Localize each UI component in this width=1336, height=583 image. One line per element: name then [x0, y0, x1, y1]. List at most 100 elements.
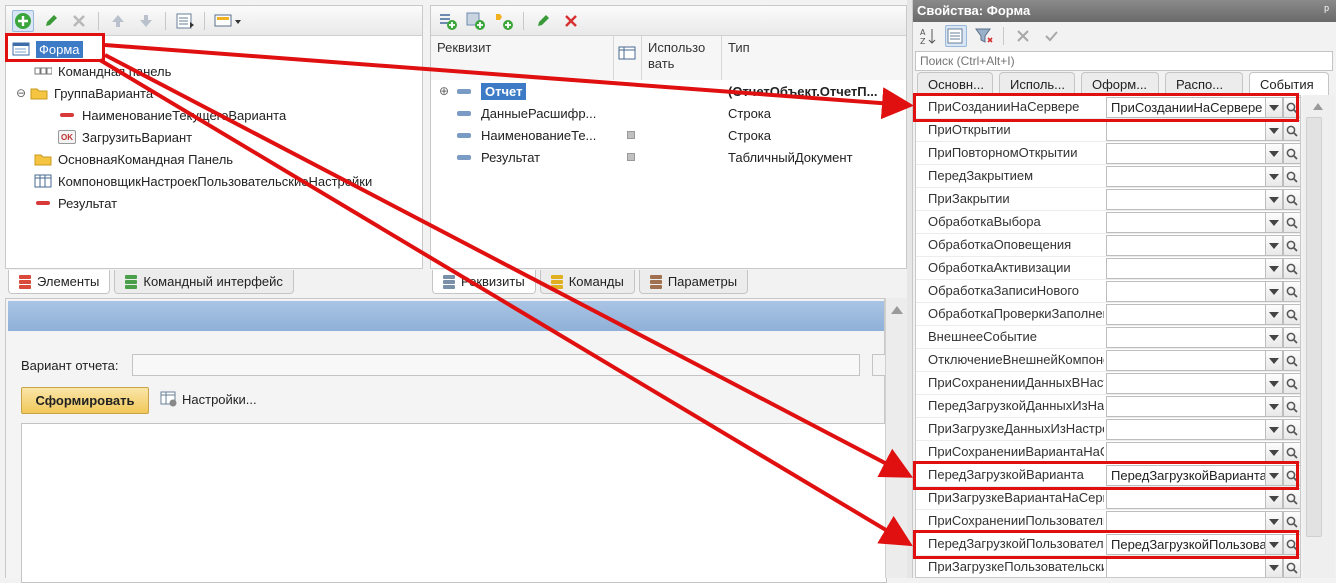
- event-handler-input[interactable]: [1106, 396, 1274, 417]
- add-table-button[interactable]: [465, 10, 487, 32]
- dropdown-button[interactable]: [1265, 235, 1283, 256]
- event-row[interactable]: ОбработкаВыбора: [916, 211, 1300, 234]
- event-handler-input[interactable]: ПередЗагрузкойПользовательских: [1106, 534, 1274, 555]
- column-header-attribute[interactable]: Реквизит: [431, 36, 614, 80]
- load-variant-button[interactable]: [872, 354, 886, 376]
- scroll-up-arrow[interactable]: [891, 306, 903, 314]
- open-handler-button[interactable]: [1283, 511, 1300, 532]
- settings-button[interactable]: Настройки...: [160, 391, 257, 407]
- tab-parameters[interactable]: Параметры: [638, 270, 749, 294]
- tab-usage[interactable]: Исполь...: [999, 72, 1075, 96]
- tab-commands[interactable]: Команды: [539, 270, 635, 294]
- tab-layout[interactable]: Распо...: [1165, 72, 1243, 96]
- event-row[interactable]: ОбработкаОповещения: [916, 234, 1300, 257]
- open-handler-button[interactable]: [1283, 189, 1300, 210]
- tree-item-settings-composer[interactable]: КомпоновщикНастроекПользовательскиеНастр…: [34, 170, 372, 192]
- open-handler-button[interactable]: [1283, 281, 1300, 302]
- event-row[interactable]: ПриСозданииНаСервере ПриСозданииНаСервере: [916, 96, 1300, 119]
- dropdown-button[interactable]: [1265, 143, 1283, 164]
- open-handler-button[interactable]: [1283, 235, 1300, 256]
- tree-item-result[interactable]: Результат: [34, 192, 117, 214]
- edit-attribute-button[interactable]: [532, 10, 554, 32]
- dropdown-button[interactable]: [1265, 442, 1283, 463]
- dropdown-button[interactable]: [1265, 488, 1283, 509]
- tree-item-current-variant-name[interactable]: НаименованиеТекущегоВарианта: [58, 104, 286, 126]
- event-handler-input[interactable]: [1106, 327, 1274, 348]
- sort-alpha-button[interactable]: AZ: [917, 25, 939, 47]
- event-handler-input[interactable]: [1106, 373, 1274, 394]
- dropdown-button[interactable]: [1265, 557, 1283, 577]
- view-menu-button[interactable]: [213, 10, 243, 32]
- tab-elements[interactable]: Элементы: [8, 270, 111, 294]
- dropdown-button[interactable]: [1265, 534, 1283, 555]
- generate-button[interactable]: Сформировать: [21, 387, 149, 414]
- event-handler-input[interactable]: [1106, 258, 1274, 279]
- event-row[interactable]: ОбработкаПроверкиЗаполнения: [916, 303, 1300, 326]
- open-handler-button[interactable]: [1283, 465, 1300, 486]
- tree-item-main-command-panel[interactable]: ОсновнаяКомандная Панель: [34, 148, 233, 170]
- event-handler-input[interactable]: [1106, 212, 1274, 233]
- event-row[interactable]: ПриСохраненииДанныхВНастройках: [916, 372, 1300, 395]
- event-row[interactable]: ПередЗагрузкойДанныхИзНастроек: [916, 395, 1300, 418]
- event-handler-input[interactable]: ПриСозданииНаСервере: [1106, 97, 1274, 118]
- event-row[interactable]: ПриЗагрузкеВариантаНаСервере: [916, 487, 1300, 510]
- tree-item-load-variant[interactable]: OK ЗагрузитьВариант: [58, 126, 192, 148]
- event-handler-input[interactable]: [1106, 166, 1274, 187]
- tree-item-variant-group[interactable]: ⊖ ГруппаВарианта: [16, 82, 153, 104]
- open-handler-button[interactable]: [1283, 350, 1300, 371]
- dropdown-button[interactable]: [1265, 511, 1283, 532]
- open-handler-button[interactable]: [1283, 396, 1300, 417]
- tab-attributes[interactable]: Реквизиты: [432, 270, 536, 294]
- column-header-use-icon[interactable]: [614, 36, 642, 80]
- event-row[interactable]: ВнешнееСобытие: [916, 326, 1300, 349]
- dropdown-button[interactable]: [1265, 350, 1283, 371]
- open-handler-button[interactable]: [1283, 166, 1300, 187]
- dropdown-button[interactable]: [1265, 258, 1283, 279]
- dropdown-button[interactable]: [1265, 212, 1283, 233]
- pin-icon[interactable]: ᵖ: [1324, 2, 1329, 17]
- event-handler-input[interactable]: [1106, 235, 1274, 256]
- event-handler-input[interactable]: [1106, 557, 1274, 577]
- event-handler-input[interactable]: [1106, 304, 1274, 325]
- scroll-thumb[interactable]: [1306, 117, 1322, 537]
- open-handler-button[interactable]: [1283, 442, 1300, 463]
- add-attribute-button[interactable]: [437, 10, 459, 32]
- use-checkbox[interactable]: [627, 153, 635, 161]
- column-header-use[interactable]: Использо вать: [642, 36, 722, 80]
- preview-scrollbar[interactable]: [885, 298, 907, 578]
- properties-scrollbar[interactable]: [1303, 95, 1335, 578]
- event-row[interactable]: ПриОткрытии: [916, 119, 1300, 142]
- apply-button[interactable]: [1040, 25, 1062, 47]
- event-row[interactable]: ПриЗакрытии: [916, 188, 1300, 211]
- event-handler-input[interactable]: [1106, 120, 1274, 141]
- attribute-row-result[interactable]: Результат ТабличныйДокумент: [457, 146, 906, 168]
- event-handler-input[interactable]: [1106, 143, 1274, 164]
- dropdown-button[interactable]: [1265, 419, 1283, 440]
- event-row[interactable]: ОтключениеВнешнейКомпоненты: [916, 349, 1300, 372]
- edit-element-button[interactable]: [40, 10, 62, 32]
- properties-search-input[interactable]: [915, 51, 1333, 71]
- scroll-up-arrow[interactable]: [1313, 103, 1323, 110]
- dropdown-button[interactable]: [1265, 166, 1283, 187]
- dropdown-button[interactable]: [1265, 373, 1283, 394]
- expand-icon[interactable]: ⊕: [439, 84, 457, 98]
- column-header-type[interactable]: Тип: [722, 36, 906, 80]
- open-handler-button[interactable]: [1283, 212, 1300, 233]
- dropdown-button[interactable]: [1265, 327, 1283, 348]
- dropdown-button[interactable]: [1265, 396, 1283, 417]
- tab-main[interactable]: Основн...: [917, 72, 993, 96]
- event-row[interactable]: ПриПовторномОткрытии: [916, 142, 1300, 165]
- result-spreadsheet[interactable]: [21, 423, 887, 583]
- tab-command-interface[interactable]: Командный интерфейс: [114, 270, 294, 294]
- delete-element-button[interactable]: [68, 10, 90, 32]
- tree-item-form[interactable]: Форма: [12, 38, 83, 60]
- event-handler-input[interactable]: [1106, 488, 1274, 509]
- open-handler-button[interactable]: [1283, 557, 1300, 577]
- event-handler-input[interactable]: [1106, 189, 1274, 210]
- open-handler-button[interactable]: [1283, 258, 1300, 279]
- event-handler-input[interactable]: [1106, 281, 1274, 302]
- open-handler-button[interactable]: [1283, 120, 1300, 141]
- event-row[interactable]: ПередЗагрузкойПользовательскихПередЗагру…: [916, 533, 1300, 556]
- event-handler-input[interactable]: ПередЗагрузкойВарианта: [1106, 465, 1274, 486]
- tab-appearance[interactable]: Оформ...: [1081, 72, 1159, 96]
